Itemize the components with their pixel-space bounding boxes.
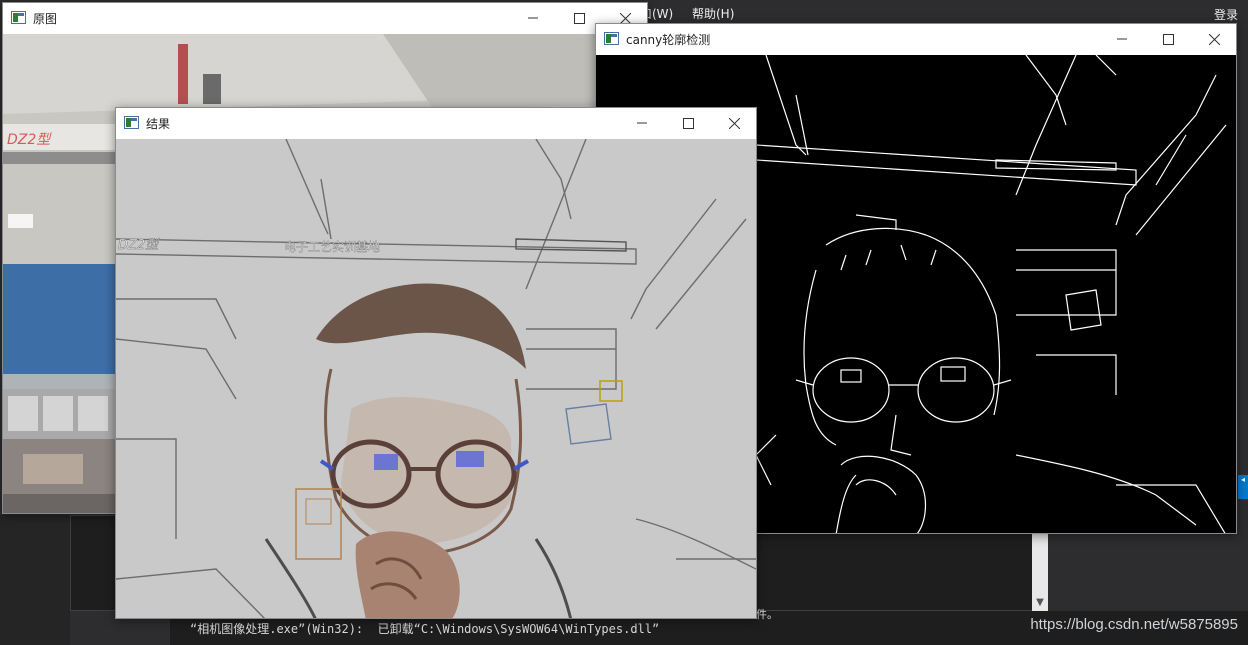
output-line: “相机图像处理.exe”(Win32): 已卸载“C:\Windows\SysW… <box>190 622 660 636</box>
minimize-button[interactable] <box>510 3 556 33</box>
titlebar[interactable]: 原图 <box>3 3 647 33</box>
app-window-icon <box>124 116 139 129</box>
login-link[interactable]: 登录 <box>1214 6 1238 23</box>
close-icon <box>619 12 631 24</box>
close-icon <box>728 117 740 129</box>
maximize-icon <box>1162 33 1174 45</box>
titlebar[interactable]: 结果 <box>116 108 756 138</box>
watermark: https://blog.csdn.net/w5875895 <box>1030 616 1238 633</box>
app-window-icon <box>11 11 26 24</box>
result-image: DZ2型 电子工艺实训基地 <box>116 139 756 618</box>
maximize-button[interactable] <box>1145 24 1191 54</box>
titlebar[interactable]: canny轮廓检测 <box>596 24 1236 54</box>
minimize-icon <box>637 122 647 124</box>
sign-text: DZ2型 <box>7 132 52 148</box>
close-button[interactable] <box>711 108 757 138</box>
result-window[interactable]: 结果 DZ2型 电子工艺实训基地 <box>115 107 757 619</box>
side-tab-icon[interactable]: ◂ <box>1238 475 1248 499</box>
window-title: canny轮廓检测 <box>626 33 711 47</box>
minimize-icon <box>528 17 538 19</box>
banner-text: 电子工艺实训基地 <box>284 239 380 254</box>
sign-text: DZ2型 <box>118 238 160 253</box>
output-tail-text: 件。 <box>756 608 778 621</box>
minimize-icon <box>1117 38 1127 40</box>
menu-item-help[interactable]: 帮助(H) <box>692 5 734 22</box>
maximize-icon <box>682 117 694 129</box>
maximize-icon <box>573 12 585 24</box>
close-button[interactable] <box>1191 24 1237 54</box>
window-title: 结果 <box>146 117 171 131</box>
close-icon <box>1208 33 1220 45</box>
minimize-button[interactable] <box>619 108 665 138</box>
window-title: 原图 <box>33 12 58 26</box>
ide-left-panel <box>0 515 70 645</box>
minimize-button[interactable] <box>1099 24 1145 54</box>
app-window-icon <box>604 32 619 45</box>
scroll-down-icon[interactable]: ▼ <box>1032 596 1048 610</box>
maximize-button[interactable] <box>665 108 711 138</box>
